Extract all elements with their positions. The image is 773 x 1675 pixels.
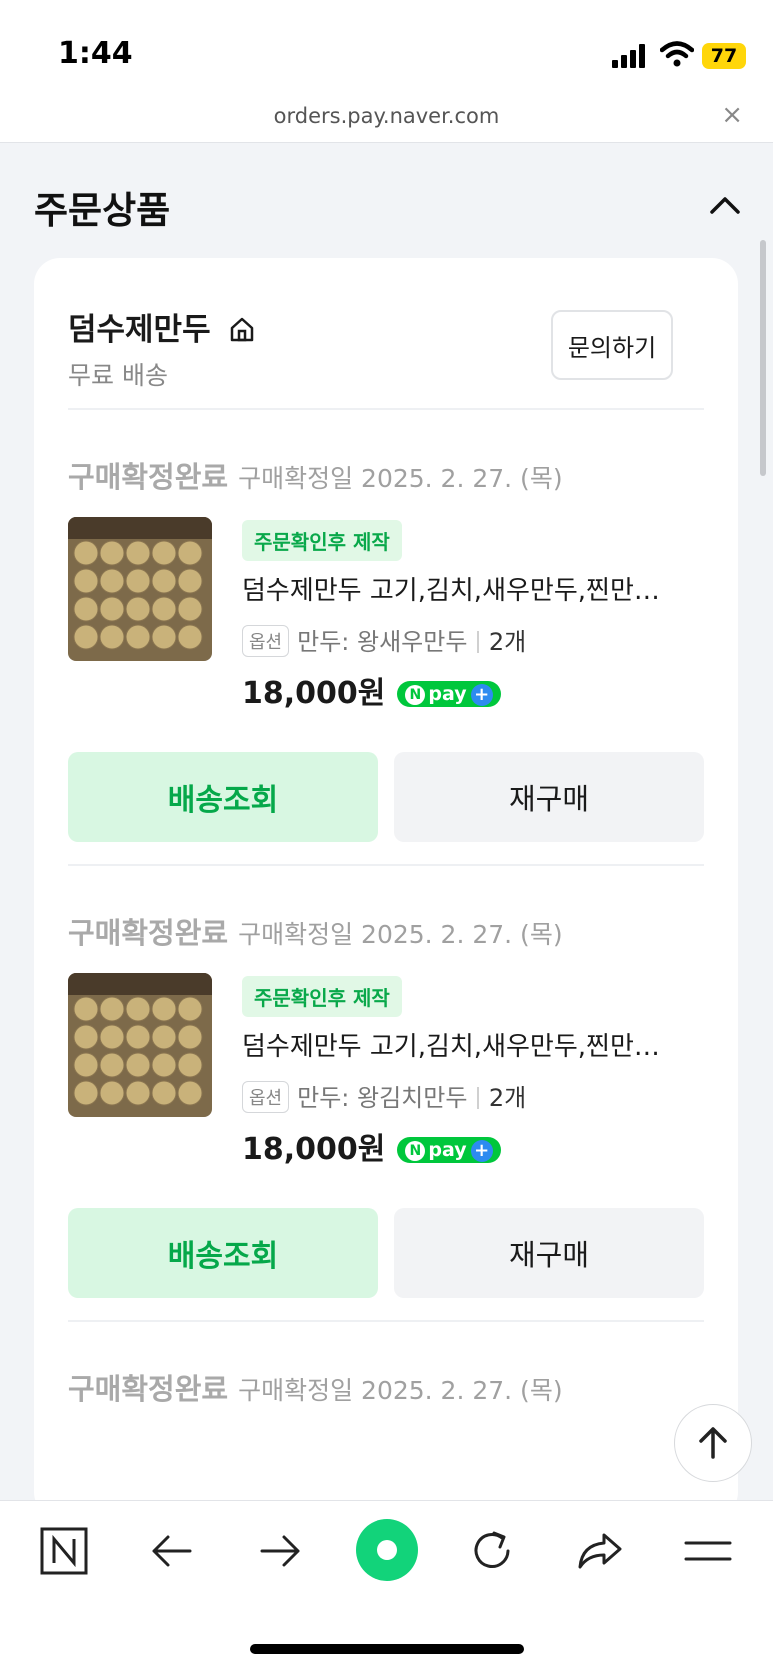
section-title: 주문상품 bbox=[34, 189, 171, 232]
order-item: 구매확정완료 구매확정일 2025. 2. 27. (목) 주문확인후 제작 덤수… bbox=[34, 410, 738, 890]
status-time: 1:44 bbox=[58, 36, 133, 71]
product-name[interactable]: 덤수제만두 고기,김치,새우만두,찐만두,군만두 bbox=[242, 1026, 682, 1063]
order-status-label: 구매확정완료 bbox=[68, 460, 229, 494]
home-icon[interactable] bbox=[227, 314, 257, 344]
forward-arrow-icon[interactable] bbox=[254, 1525, 306, 1577]
npay-label: pay bbox=[428, 1139, 467, 1161]
back-arrow-icon[interactable] bbox=[146, 1525, 198, 1577]
track-delivery-button[interactable]: 배송조회 bbox=[68, 1208, 378, 1298]
order-item: 구매확정완료 구매확정일 2025. 2. 27. (목) 주문확인후 제작 덤수… bbox=[34, 866, 738, 1346]
separator bbox=[477, 631, 479, 653]
separator bbox=[477, 1087, 479, 1109]
share-icon[interactable] bbox=[574, 1525, 626, 1577]
order-card: 덤수제만두 무료 배송 문의하기 구매확정완료구매확정일 2025. 2. 27… bbox=[34, 258, 738, 1518]
shipping-info: 무료 배송 bbox=[68, 361, 168, 390]
quantity: 2개 bbox=[488, 1084, 527, 1112]
npay-plus-icon: Npay + bbox=[397, 1137, 501, 1163]
home-indicator[interactable] bbox=[250, 1644, 524, 1654]
wifi-icon bbox=[660, 41, 694, 67]
url-text[interactable]: orders.pay.naver.com bbox=[0, 104, 773, 128]
naver-green-dot-icon[interactable] bbox=[354, 1517, 420, 1583]
product-name[interactable]: 덤수제만두 고기,김치,새우만두,찐만두,군만두 bbox=[242, 570, 682, 607]
menu-icon[interactable] bbox=[682, 1525, 734, 1577]
product-option: 옵션 만두: 왕새우만두 2개 bbox=[242, 622, 526, 657]
close-icon[interactable]: × bbox=[721, 100, 743, 130]
order-date: 구매확정일 2025. 2. 27. (목) bbox=[238, 464, 563, 493]
option-value: 만두: 왕김치만두 bbox=[297, 1084, 468, 1112]
npay-plus-icon: Npay + bbox=[397, 681, 501, 707]
product-thumbnail[interactable] bbox=[68, 517, 212, 661]
store-header[interactable]: 덤수제만두 bbox=[68, 304, 257, 349]
product-thumbnail[interactable] bbox=[68, 973, 212, 1117]
option-tag: 옵션 bbox=[242, 625, 290, 657]
order-item: 구매확정완료 구매확정일 2025. 2. 27. (목) bbox=[34, 1322, 738, 1482]
track-delivery-button[interactable]: 배송조회 bbox=[68, 752, 378, 842]
chevron-up-icon[interactable] bbox=[708, 188, 742, 222]
order-date: 구매확정일 2025. 2. 27. (목) bbox=[238, 1376, 563, 1405]
order-status: 구매확정완료 구매확정일 2025. 2. 27. (목) bbox=[68, 454, 563, 496]
store-name[interactable]: 덤수제만두 bbox=[68, 312, 211, 348]
rebuy-button[interactable]: 재구매 bbox=[394, 752, 704, 842]
quantity: 2개 bbox=[488, 628, 527, 656]
npay-label: pay bbox=[428, 683, 467, 705]
order-status-label: 구매확정완료 bbox=[68, 916, 229, 950]
price: 18,000원 Npay + bbox=[242, 668, 501, 712]
product-option: 옵션 만두: 왕김치만두 2개 bbox=[242, 1078, 526, 1113]
status-bar: 1:44 77 bbox=[0, 0, 773, 100]
made-to-order-badge: 주문확인후 제작 bbox=[242, 520, 402, 561]
browser-url-bar[interactable]: orders.pay.naver.com × bbox=[0, 100, 773, 143]
option-tag: 옵션 bbox=[242, 1081, 290, 1113]
order-date: 구매확정일 2025. 2. 27. (목) bbox=[238, 920, 563, 949]
arrow-up-icon[interactable] bbox=[675, 1405, 751, 1481]
order-status: 구매확정완료 구매확정일 2025. 2. 27. (목) bbox=[68, 1366, 563, 1408]
made-to-order-badge: 주문확인후 제작 bbox=[242, 976, 402, 1017]
price-value: 18,000원 bbox=[242, 1132, 386, 1167]
order-status-label: 구매확정완료 bbox=[68, 1372, 229, 1406]
scroll-to-top-button[interactable] bbox=[674, 1404, 752, 1482]
order-status: 구매확정완료 구매확정일 2025. 2. 27. (목) bbox=[68, 910, 563, 952]
signal-icon bbox=[612, 44, 645, 68]
price-value: 18,000원 bbox=[242, 676, 386, 711]
option-value: 만두: 왕새우만두 bbox=[297, 628, 468, 656]
inquiry-button[interactable]: 문의하기 bbox=[551, 310, 673, 380]
refresh-icon[interactable] bbox=[466, 1525, 518, 1577]
naver-n-icon[interactable] bbox=[38, 1525, 90, 1577]
price: 18,000원 Npay + bbox=[242, 1124, 501, 1168]
scrollbar[interactable] bbox=[760, 240, 766, 476]
rebuy-button[interactable]: 재구매 bbox=[394, 1208, 704, 1298]
battery-indicator: 77 bbox=[702, 43, 746, 69]
